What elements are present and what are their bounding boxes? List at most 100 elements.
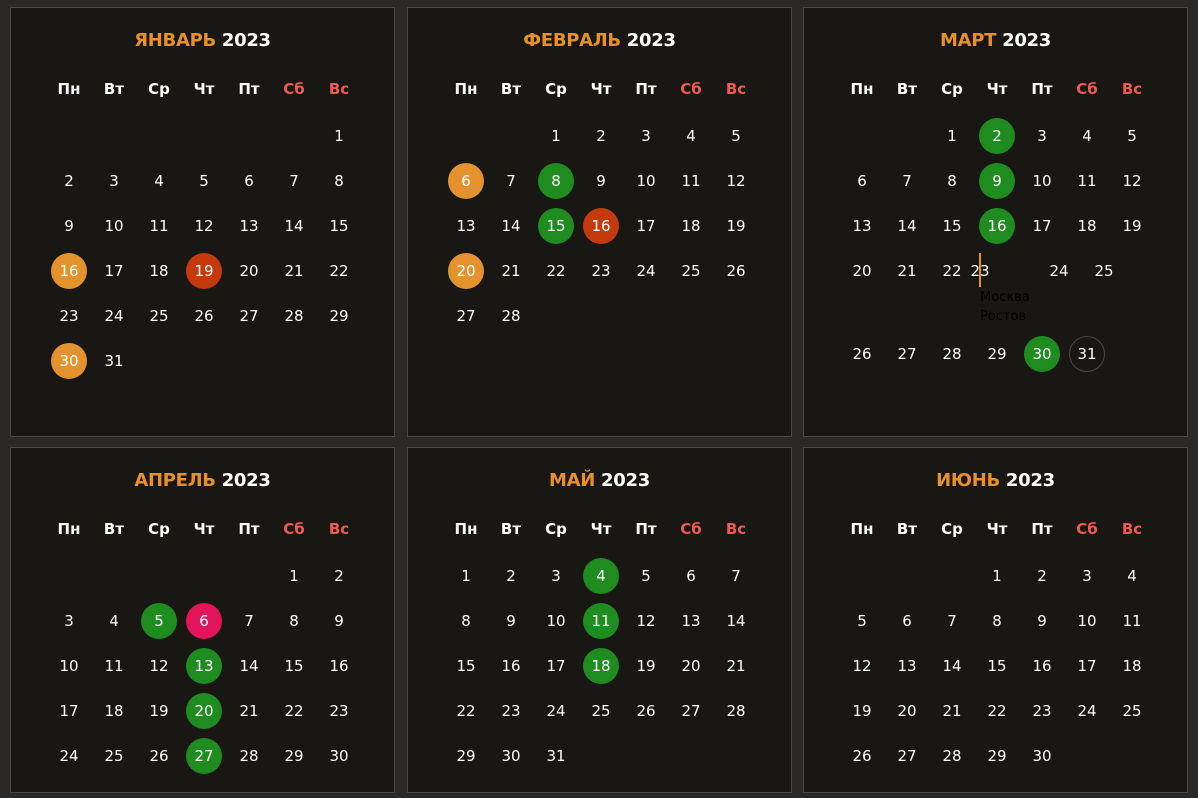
day-cell[interactable]: 13: [186, 648, 222, 684]
day-cell[interactable]: 3: [96, 163, 132, 199]
day-cell[interactable]: 17: [96, 253, 132, 289]
day-cell[interactable]: 14: [231, 648, 267, 684]
day-cell[interactable]: 4: [673, 118, 709, 154]
day-cell[interactable]: 8: [321, 163, 357, 199]
day-cell[interactable]: 28: [493, 298, 529, 334]
day-cell[interactable]: 28: [934, 738, 970, 774]
day-cell[interactable]: 29: [448, 738, 484, 774]
day-cell[interactable]: 14: [889, 208, 925, 244]
day-cell[interactable]: 12: [844, 648, 880, 684]
day-cell[interactable]: 22: [321, 253, 357, 289]
day-cell[interactable]: 29: [321, 298, 357, 334]
day-cell[interactable]: 23: [583, 253, 619, 289]
day-cell[interactable]: 8: [934, 163, 970, 199]
day-cell[interactable]: 9: [51, 208, 87, 244]
day-cell[interactable]: 22: [538, 253, 574, 289]
day-cell[interactable]: 25: [673, 253, 709, 289]
day-cell[interactable]: 4: [141, 163, 177, 199]
day-cell[interactable]: 20: [673, 648, 709, 684]
day-cell[interactable]: 23: [1024, 693, 1060, 729]
day-cell[interactable]: 18: [141, 253, 177, 289]
day-cell[interactable]: 27: [889, 336, 925, 372]
day-cell[interactable]: 24: [628, 253, 664, 289]
day-cell[interactable]: 9: [583, 163, 619, 199]
day-cell[interactable]: 25: [141, 298, 177, 334]
day-cell[interactable]: 12: [186, 208, 222, 244]
day-cell[interactable]: 19: [844, 693, 880, 729]
day-cell[interactable]: 20: [844, 253, 880, 289]
day-cell[interactable]: 8: [538, 163, 574, 199]
day-cell[interactable]: 28: [231, 738, 267, 774]
day-cell[interactable]: 4: [1069, 118, 1105, 154]
day-cell[interactable]: 30: [493, 738, 529, 774]
day-cell[interactable]: 25: [1114, 693, 1150, 729]
day-cell[interactable]: 21: [493, 253, 529, 289]
day-cell[interactable]: 3: [628, 118, 664, 154]
day-cell[interactable]: 1: [276, 558, 312, 594]
day-cell[interactable]: 11: [583, 603, 619, 639]
day-cell[interactable]: 8: [276, 603, 312, 639]
day-cell[interactable]: 4: [96, 603, 132, 639]
day-cell[interactable]: 6: [889, 603, 925, 639]
day-cell[interactable]: 9: [321, 603, 357, 639]
day-cell[interactable]: 10: [1024, 163, 1060, 199]
day-cell[interactable]: 11: [673, 163, 709, 199]
day-cell[interactable]: 15: [538, 208, 574, 244]
day-cell[interactable]: 26: [628, 693, 664, 729]
day-cell[interactable]: 5: [628, 558, 664, 594]
day-cell[interactable]: 2: [1024, 558, 1060, 594]
day-cell[interactable]: 12: [628, 603, 664, 639]
day-cell[interactable]: 12: [141, 648, 177, 684]
day-cell[interactable]: 24: [51, 738, 87, 774]
day-cell[interactable]: 18: [96, 693, 132, 729]
day-cell[interactable]: 19: [1114, 208, 1150, 244]
day-cell[interactable]: 13: [889, 648, 925, 684]
day-cell[interactable]: 5: [141, 603, 177, 639]
day-cell[interactable]: 13: [673, 603, 709, 639]
day-cell[interactable]: 30: [1024, 738, 1060, 774]
day-cell[interactable]: 25: [583, 693, 619, 729]
day-cell[interactable]: 17: [1069, 648, 1105, 684]
day-cell[interactable]: 14: [276, 208, 312, 244]
day-cell[interactable]: 16: [321, 648, 357, 684]
day-cell[interactable]: 22: [276, 693, 312, 729]
day-cell[interactable]: 3: [51, 603, 87, 639]
day-cell[interactable]: 19: [141, 693, 177, 729]
day-cell[interactable]: 15: [276, 648, 312, 684]
day-cell[interactable]: 14: [718, 603, 754, 639]
day-cell[interactable]: 3: [538, 558, 574, 594]
day-cell[interactable]: 1: [979, 558, 1015, 594]
day-cell[interactable]: 30: [1024, 336, 1060, 372]
day-cell[interactable]: 10: [628, 163, 664, 199]
day-cell[interactable]: 23: [493, 693, 529, 729]
day-cell[interactable]: 21: [934, 693, 970, 729]
day-cell[interactable]: 31: [96, 343, 132, 379]
day-cell[interactable]: 24: [1041, 253, 1077, 289]
day-cell[interactable]: 2: [979, 118, 1015, 154]
day-cell[interactable]: 10: [1069, 603, 1105, 639]
day-cell[interactable]: 12: [718, 163, 754, 199]
day-cell[interactable]: 20: [231, 253, 267, 289]
day-cell[interactable]: 9: [1024, 603, 1060, 639]
day-cell[interactable]: 23: [321, 693, 357, 729]
day-cell[interactable]: 27: [448, 298, 484, 334]
day-cell[interactable]: 31: [1069, 336, 1105, 372]
day-cell[interactable]: 17: [628, 208, 664, 244]
day-cell[interactable]: 6: [844, 163, 880, 199]
day-cell[interactable]: 11: [1069, 163, 1105, 199]
day-cell[interactable]: 5: [844, 603, 880, 639]
day-cell[interactable]: 4: [583, 558, 619, 594]
day-cell[interactable]: 30: [51, 343, 87, 379]
day-cell[interactable]: 26: [186, 298, 222, 334]
day-cell[interactable]: 18: [583, 648, 619, 684]
day-cell[interactable]: 25: [96, 738, 132, 774]
day-cell[interactable]: 22: [979, 693, 1015, 729]
day-cell[interactable]: 20: [448, 253, 484, 289]
day-cell[interactable]: 7: [889, 163, 925, 199]
day-cell[interactable]: 17: [1024, 208, 1060, 244]
day-cell[interactable]: 9: [979, 163, 1015, 199]
day-cell[interactable]: 8: [979, 603, 1015, 639]
day-cell[interactable]: 18: [1069, 208, 1105, 244]
day-cell[interactable]: 8: [448, 603, 484, 639]
day-cell[interactable]: 30: [321, 738, 357, 774]
